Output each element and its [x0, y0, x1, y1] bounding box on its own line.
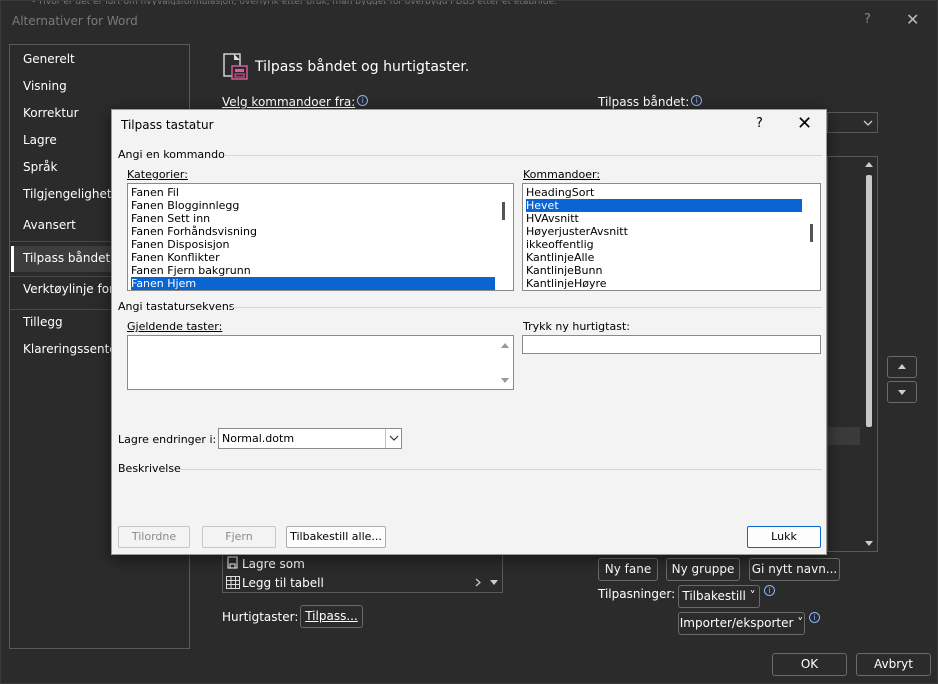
- tilbakestill-alle-button[interactable]: Tilbakestill alle...: [286, 526, 386, 548]
- nav-item-avansert[interactable]: Avansert: [23, 218, 76, 232]
- ribbon-tree[interactable]: [827, 156, 878, 552]
- nav-item-lagre[interactable]: Lagre: [23, 133, 57, 147]
- tilpass-baandet-label: Tilpass båndet: i: [598, 95, 703, 109]
- nav-item-tillegg[interactable]: Tillegg: [23, 315, 63, 329]
- scroll-down-icon[interactable]: [490, 580, 498, 585]
- group-divider: [230, 307, 822, 308]
- info-icon[interactable]: i: [357, 95, 369, 106]
- nav-item-generelt[interactable]: Generelt: [23, 52, 75, 66]
- scroll-down-icon[interactable]: [865, 541, 873, 546]
- list-item[interactable]: Fanen Konflikter: [131, 251, 220, 264]
- tilpasninger-label: Tilpasninger:: [598, 587, 676, 601]
- tilordne-button[interactable]: Tilordne: [118, 526, 190, 548]
- scroll-down-icon[interactable]: [501, 378, 509, 383]
- hurtigtaster-label: Hurtigtaster:: [222, 610, 299, 624]
- scroll-up-icon[interactable]: [501, 343, 509, 348]
- scrollbar-thumb[interactable]: [810, 224, 813, 242]
- list-item[interactable]: Fanen Fil: [131, 186, 179, 199]
- page-title: Tilpass båndet og hurtigtaster.: [255, 59, 470, 75]
- fjern-button[interactable]: Fjern: [202, 526, 276, 548]
- categories-label: Kategorier:: [127, 168, 188, 181]
- save-changes-dropdown[interactable]: Normal.dotm: [218, 428, 402, 449]
- nav-item-korrektur[interactable]: Korrektur: [23, 106, 79, 120]
- tilpass-shortcuts-button[interactable]: Tilpass...: [300, 605, 363, 628]
- close-icon[interactable]: ✕: [797, 113, 812, 134]
- arrow-down-icon: [898, 390, 906, 395]
- categories-listbox[interactable]: Fanen Fil Fanen Blogginnlegg Fanen Sett …: [127, 183, 514, 291]
- save-changes-label: Lagre endringer i:: [118, 433, 217, 446]
- nav-item-tilpass-baandet[interactable]: Tilpass båndet: [23, 251, 110, 265]
- group-label-command: Angi en kommando: [118, 148, 225, 161]
- list-item[interactable]: Fanen Forhåndsvisning: [131, 225, 257, 238]
- tilbakestill-dropdown-button[interactable]: Tilbakestill ˅: [678, 585, 760, 608]
- list-item[interactable]: Lagre som: [242, 557, 305, 571]
- customize-ribbon-icon: [223, 53, 248, 80]
- list-item[interactable]: HeadingSort: [526, 186, 594, 199]
- list-item-selected[interactable]: Hevet: [525, 198, 803, 213]
- nav-item-sprak[interactable]: Språk: [23, 160, 57, 174]
- importer-eksporter-button[interactable]: Importer/eksporter ˅: [678, 612, 805, 635]
- scrollbar-thumb[interactable]: [502, 202, 505, 220]
- ok-button[interactable]: OK: [772, 653, 847, 676]
- list-item-selected[interactable]: Fanen Hjem: [130, 276, 496, 290]
- list-item[interactable]: KantlinjeBunn: [526, 264, 602, 277]
- move-down-button[interactable]: [887, 381, 917, 403]
- commands-label: Kommandoer:: [523, 168, 601, 181]
- list-item[interactable]: Fanen Fjern bakgrunn: [131, 264, 251, 277]
- ny-gruppe-button[interactable]: Ny gruppe: [666, 558, 740, 581]
- info-icon[interactable]: i: [764, 585, 775, 596]
- ny-fane-button[interactable]: Ny fane: [598, 558, 658, 581]
- chevron-right-icon: [475, 578, 481, 587]
- background-text-strip: • Hvor er det er lurt om hvyvalgsformula…: [31, 1, 791, 5]
- info-icon[interactable]: i: [691, 95, 703, 106]
- current-keys-label: Gjeldende taster:: [127, 320, 223, 333]
- save-as-icon: [227, 556, 238, 569]
- chevron-down-icon: [389, 435, 399, 441]
- group-divider: [178, 469, 822, 470]
- chevron-down-icon: [863, 120, 873, 126]
- list-item[interactable]: HøyerjusterAvsnitt: [526, 225, 628, 238]
- list-item[interactable]: Fanen Blogginnlegg: [131, 199, 239, 212]
- nav-item-tilgjengelighet[interactable]: Tilgjengelighet: [23, 187, 112, 201]
- scroll-up-icon[interactable]: [865, 162, 873, 167]
- scrollbar-thumb[interactable]: [866, 175, 872, 427]
- list-item[interactable]: KantlinjeAlle: [526, 251, 594, 264]
- nav-item-klareringssenter[interactable]: Klareringssenter: [23, 342, 122, 356]
- list-item[interactable]: Legg til tabell: [242, 576, 324, 590]
- arrow-up-icon: [898, 364, 906, 369]
- lukk-button[interactable]: Lukk: [747, 526, 821, 548]
- group-divider: [224, 155, 822, 156]
- new-shortcut-input[interactable]: [522, 335, 821, 354]
- list-item[interactable]: ikkeoffentlig: [526, 238, 594, 251]
- group-label-keys: Angi tastatursekvens: [118, 300, 235, 313]
- velg-kommandoer-label: Velg kommandoer fra: i: [222, 95, 369, 109]
- dropdown-value: Normal.dotm: [222, 432, 295, 445]
- new-key-label: Trykk ny hurtigtast:: [523, 320, 630, 333]
- dropdown-arrow-area[interactable]: [385, 429, 401, 448]
- commands-list[interactable]: Lagre som Legg til tabell: [222, 549, 503, 593]
- nav-item-visning[interactable]: Visning: [23, 79, 67, 93]
- customize-keyboard-dialog: Tilpass tastatur ? ✕ Angi en kommando Ka…: [111, 109, 827, 555]
- screen: • Hvor er det er lurt om hvyvalgsformula…: [0, 0, 938, 684]
- help-icon[interactable]: ?: [756, 116, 763, 131]
- window-title: Alternativer for Word: [12, 14, 138, 28]
- description-label: Beskrivelse: [118, 462, 181, 475]
- avbryt-button[interactable]: Avbryt: [856, 653, 931, 676]
- list-item[interactable]: Fanen Disposisjon: [131, 238, 230, 251]
- list-item[interactable]: Fanen Sett inn: [131, 212, 210, 225]
- tilpass-baandet-dropdown[interactable]: [827, 112, 878, 133]
- tree-row-highlight: [828, 427, 860, 445]
- dialog-title: Tilpass tastatur: [121, 118, 214, 132]
- info-icon[interactable]: i: [809, 612, 820, 623]
- list-item[interactable]: HVAvsnitt: [526, 212, 579, 225]
- help-icon[interactable]: ?: [864, 12, 871, 27]
- commands-listbox[interactable]: HeadingSort Hevet HVAvsnitt HøyerjusterA…: [522, 183, 821, 291]
- current-keys-listbox[interactable]: [127, 335, 514, 390]
- move-up-button[interactable]: [887, 356, 917, 378]
- list-item[interactable]: KantlinjeHøyre: [526, 277, 607, 290]
- close-icon[interactable]: ✕: [906, 10, 919, 29]
- table-icon: [226, 576, 240, 589]
- gi-nytt-navn-button[interactable]: Gi nytt navn...: [749, 558, 840, 581]
